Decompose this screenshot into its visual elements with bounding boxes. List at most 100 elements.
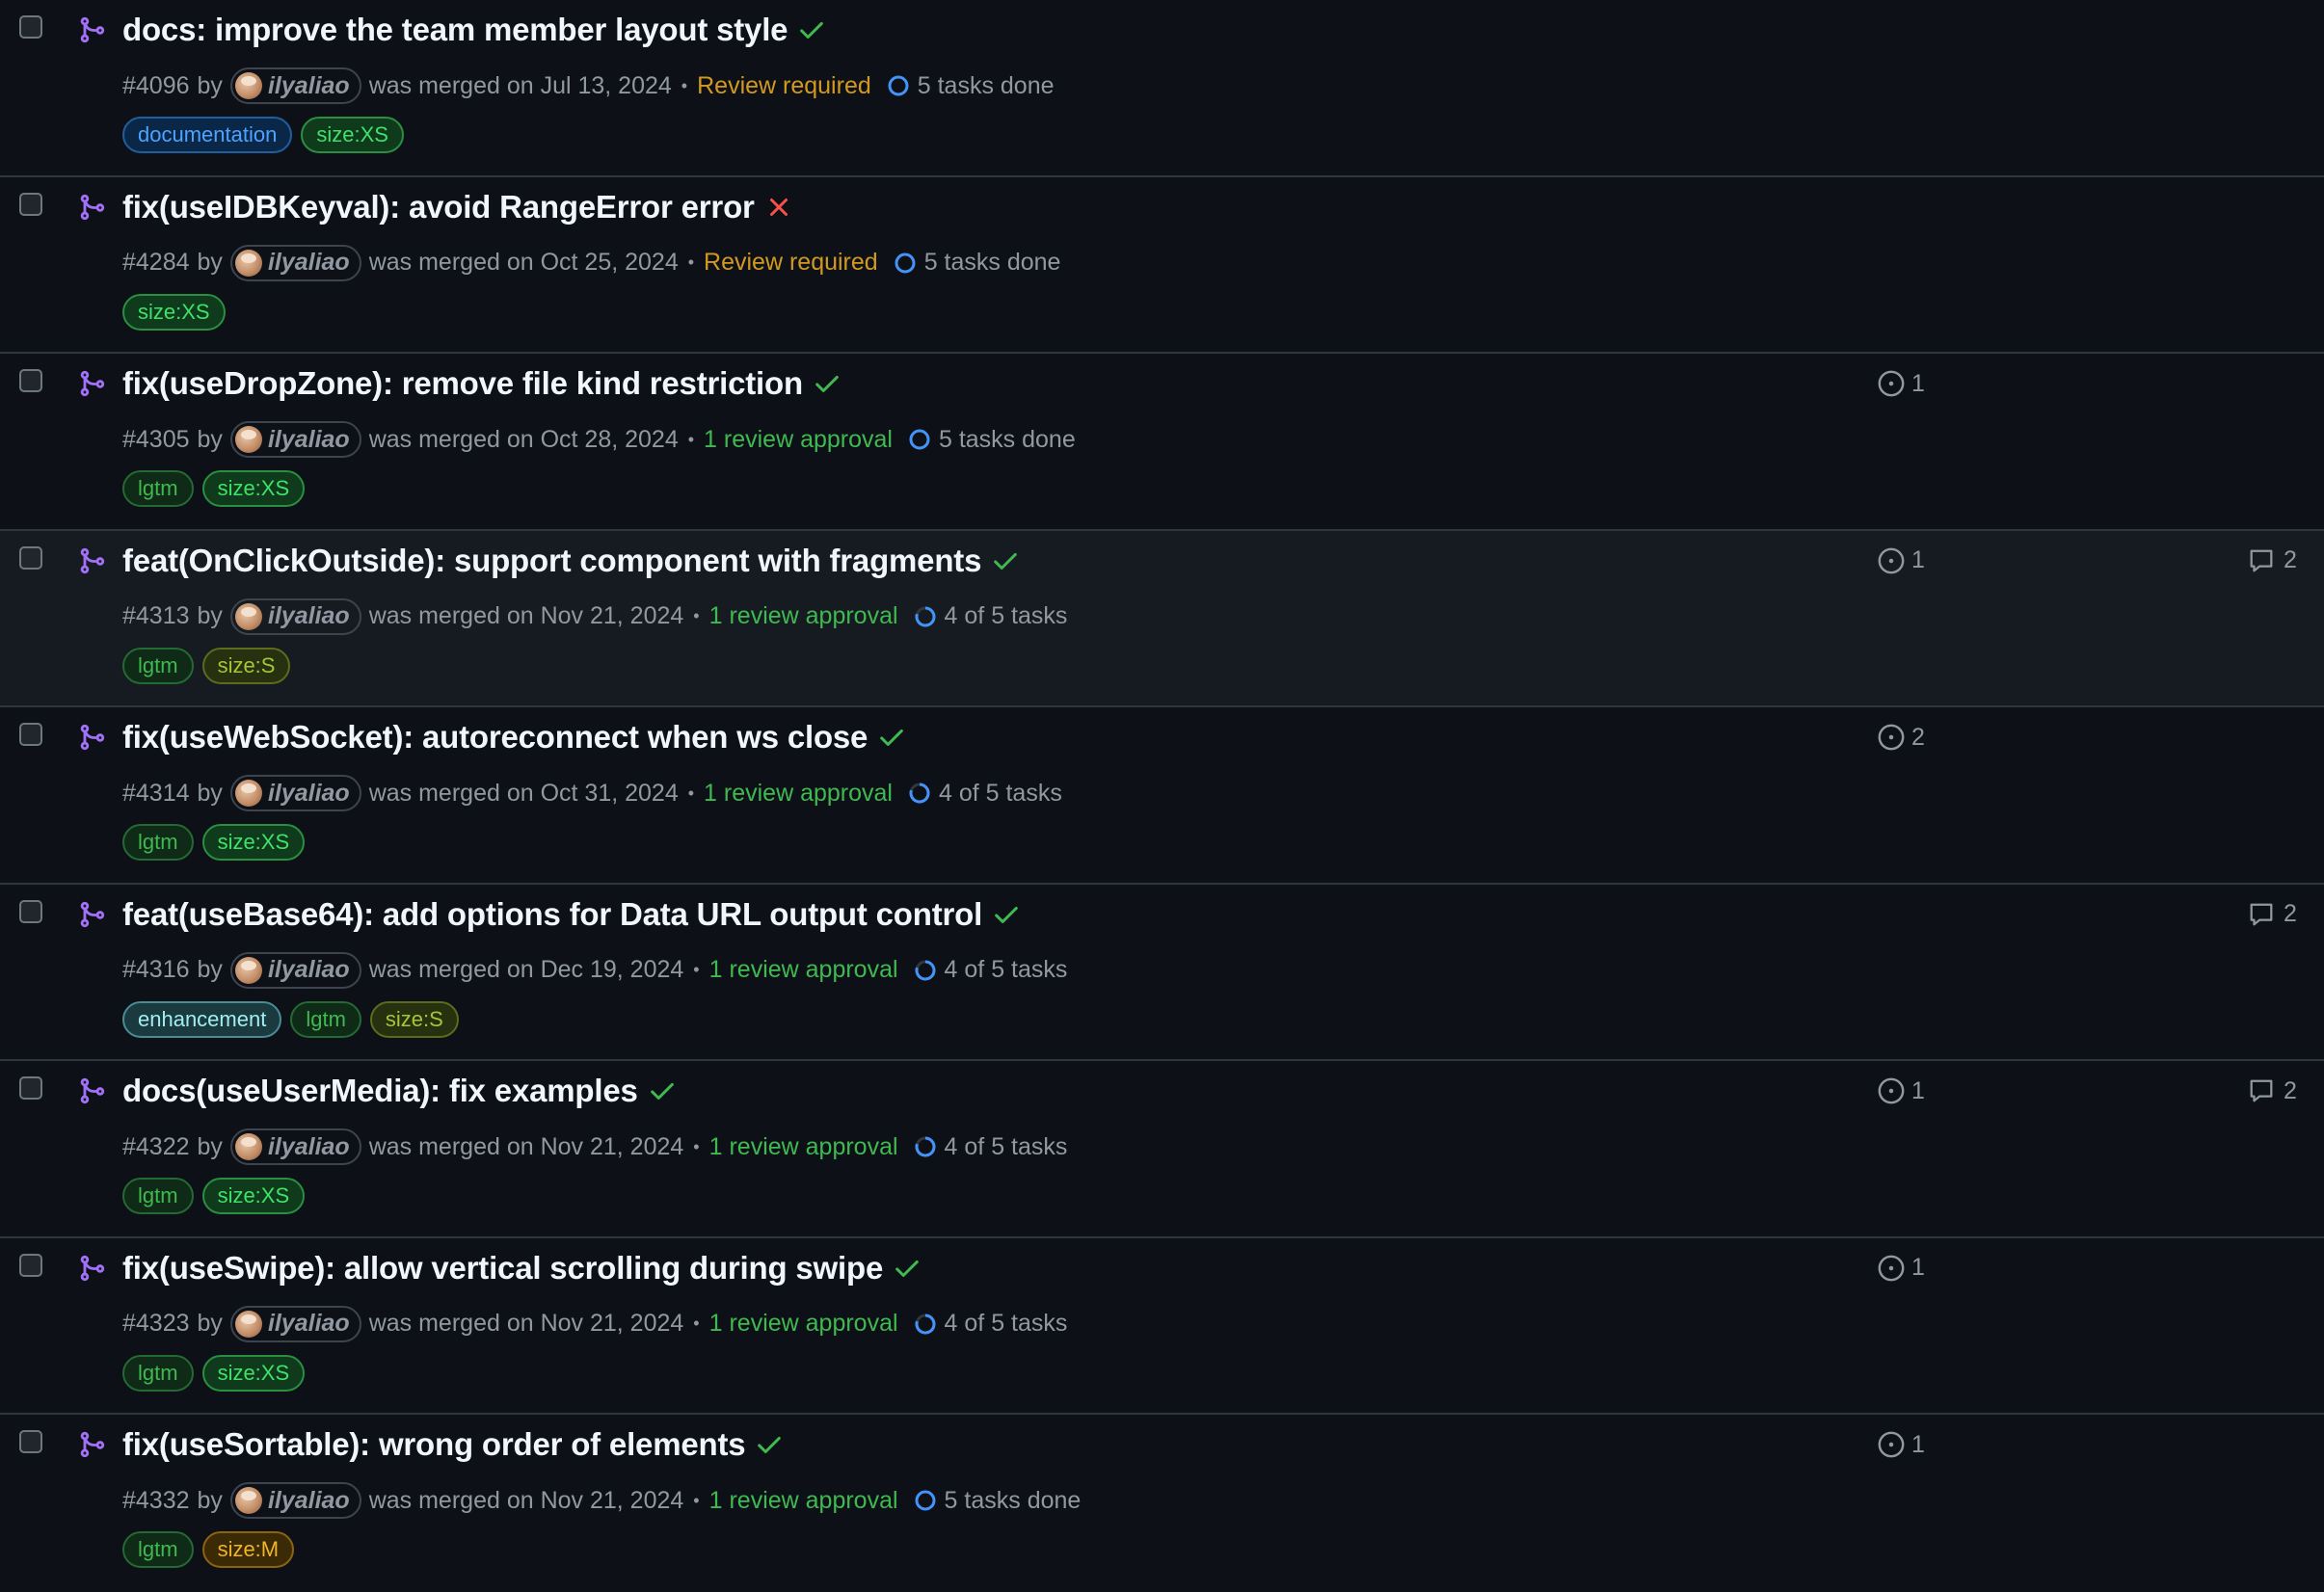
linked-issues[interactable]: 1 <box>1877 1254 1925 1283</box>
select-checkbox[interactable] <box>19 723 42 746</box>
pr-title-link[interactable]: fix(useDropZone): remove file kind restr… <box>122 365 803 402</box>
pr-number: #4316 <box>122 956 190 983</box>
author-link[interactable]: ilyaliao <box>229 1305 361 1342</box>
linked-issues-count: 1 <box>1911 1430 1925 1458</box>
separator-dot: • <box>681 75 688 95</box>
review-status[interactable]: 1 review approval <box>704 426 893 454</box>
pr-row: fix(useSortable): wrong order of element… <box>0 1415 2324 1592</box>
author-link[interactable]: ilyaliao <box>229 775 361 811</box>
linked-issues[interactable]: 1 <box>1877 546 1925 575</box>
review-status[interactable]: 1 review approval <box>709 1133 898 1161</box>
linked-issues[interactable]: 1 <box>1877 369 1925 398</box>
label-lgtm[interactable]: lgtm <box>122 1178 194 1214</box>
select-checkbox[interactable] <box>19 369 42 392</box>
merged-pr-icon <box>80 370 105 397</box>
author-link[interactable]: ilyaliao <box>229 951 361 989</box>
review-status[interactable]: 1 review approval <box>709 1487 898 1515</box>
review-status[interactable]: 1 review approval <box>704 780 893 808</box>
merged-date-text: was merged on Oct 31, 2024 <box>368 779 679 807</box>
select-checkbox[interactable] <box>19 15 42 39</box>
label-lgtm[interactable]: lgtm <box>122 824 194 861</box>
select-checkbox[interactable] <box>19 1430 42 1453</box>
check-failure-icon[interactable] <box>764 193 793 222</box>
linked-issues[interactable]: 2 <box>1877 723 1925 752</box>
by-text: by <box>197 779 223 807</box>
label-lgtm[interactable]: lgtm <box>122 1531 194 1568</box>
pr-title-link[interactable]: fix(useWebSocket): autoreconnect when ws… <box>122 719 868 756</box>
author-name: ilyaliao <box>267 956 350 983</box>
pr-title-link[interactable]: feat(useBase64): add options for Data UR… <box>122 896 982 933</box>
author-link[interactable]: ilyaliao <box>229 421 361 458</box>
label-size-s[interactable]: size:S <box>201 647 291 684</box>
pr-title-link[interactable]: docs(useUserMedia): fix examples <box>122 1073 638 1109</box>
label-size-xs[interactable]: size:XS <box>201 470 306 507</box>
author-name: ilyaliao <box>267 425 350 453</box>
task-progress-text: 4 of 5 tasks <box>944 1310 1068 1337</box>
merged-date-text: was merged on Nov 21, 2024 <box>368 1486 684 1514</box>
check-success-icon[interactable] <box>893 1254 922 1283</box>
pr-row: docs(useUserMedia): fix examples #4322 b… <box>0 1061 2324 1238</box>
by-text: by <box>197 249 223 276</box>
label-lgtm[interactable]: lgtm <box>122 647 194 684</box>
linked-issue-icon <box>1878 370 1905 397</box>
check-success-icon[interactable] <box>877 723 906 752</box>
tasks-progress-icon <box>915 606 936 626</box>
tasks-progress-icon <box>915 960 936 980</box>
linked-issues[interactable]: 1 <box>1877 1076 1925 1105</box>
select-checkbox[interactable] <box>19 1253 42 1277</box>
comments-link[interactable]: 2 <box>2247 546 2297 575</box>
label-size-xs[interactable]: size:XS <box>201 1178 306 1214</box>
pr-title-link[interactable]: docs: improve the team member layout sty… <box>122 12 788 48</box>
comments-count: 2 <box>2284 900 2297 927</box>
linked-issues[interactable]: 1 <box>1877 1430 1925 1459</box>
check-success-icon[interactable] <box>648 1076 677 1105</box>
comments-link[interactable]: 2 <box>2247 1076 2297 1105</box>
labels: lgtm size:S <box>122 647 299 684</box>
label-size-m[interactable]: size:M <box>201 1531 295 1568</box>
check-success-icon[interactable] <box>755 1430 784 1459</box>
label-size-s[interactable]: size:S <box>369 1000 459 1038</box>
labels: lgtm size:XS <box>122 1354 313 1392</box>
avatar <box>234 249 262 277</box>
pr-title-link[interactable]: fix(useSwipe): allow vertical scrolling … <box>122 1250 883 1287</box>
label-documentation[interactable]: documentation <box>122 117 293 153</box>
title-line: fix(useWebSocket): autoreconnect when ws… <box>122 719 906 756</box>
label-lgtm[interactable]: lgtm <box>122 1354 194 1392</box>
label-size-xs[interactable]: size:XS <box>201 824 306 861</box>
by-text: by <box>197 71 223 99</box>
review-status[interactable]: 1 review approval <box>709 956 898 984</box>
pr-title-link[interactable]: feat(OnClickOutside): support component … <box>122 543 981 579</box>
author-link[interactable]: ilyaliao <box>229 67 361 104</box>
check-success-icon[interactable] <box>813 369 841 398</box>
label-enhancement[interactable]: enhancement <box>122 1000 282 1038</box>
review-status[interactable]: Review required <box>704 249 878 277</box>
title-line: fix(useSortable): wrong order of element… <box>122 1426 784 1463</box>
labels: lgtm size:XS <box>122 470 313 507</box>
label-size-xs[interactable]: size:XS <box>201 1354 306 1392</box>
select-checkbox[interactable] <box>19 545 42 570</box>
select-checkbox[interactable] <box>19 899 42 923</box>
comments-link[interactable]: 2 <box>2247 900 2297 929</box>
pr-title-link[interactable]: fix(useIDBKeyval): avoid RangeError erro… <box>122 189 755 226</box>
review-status[interactable]: Review required <box>697 72 871 100</box>
label-size-xs[interactable]: size:XS <box>301 117 404 153</box>
task-progress-text: 5 tasks done <box>944 1486 1082 1514</box>
author-link[interactable]: ilyaliao <box>229 244 361 281</box>
author-link[interactable]: ilyaliao <box>229 597 361 635</box>
author-link[interactable]: ilyaliao <box>229 1128 361 1165</box>
pr-title-link[interactable]: fix(useSortable): wrong order of element… <box>122 1426 746 1463</box>
check-success-icon[interactable] <box>797 15 826 44</box>
review-status[interactable]: 1 review approval <box>709 1310 898 1338</box>
author-link[interactable]: ilyaliao <box>229 1482 361 1519</box>
task-progress-text: 4 of 5 tasks <box>944 602 1068 629</box>
select-checkbox[interactable] <box>19 1076 42 1100</box>
select-checkbox[interactable] <box>19 192 42 216</box>
label-lgtm[interactable]: lgtm <box>290 1000 361 1038</box>
check-success-icon[interactable] <box>991 546 1020 575</box>
label-size-xs[interactable]: size:XS <box>122 293 226 331</box>
review-status[interactable]: 1 review approval <box>709 602 898 630</box>
check-success-icon[interactable] <box>992 900 1021 929</box>
label-lgtm[interactable]: lgtm <box>122 470 194 507</box>
comment-icon <box>2250 1079 2273 1102</box>
task-progress-text: 4 of 5 tasks <box>944 1132 1068 1160</box>
